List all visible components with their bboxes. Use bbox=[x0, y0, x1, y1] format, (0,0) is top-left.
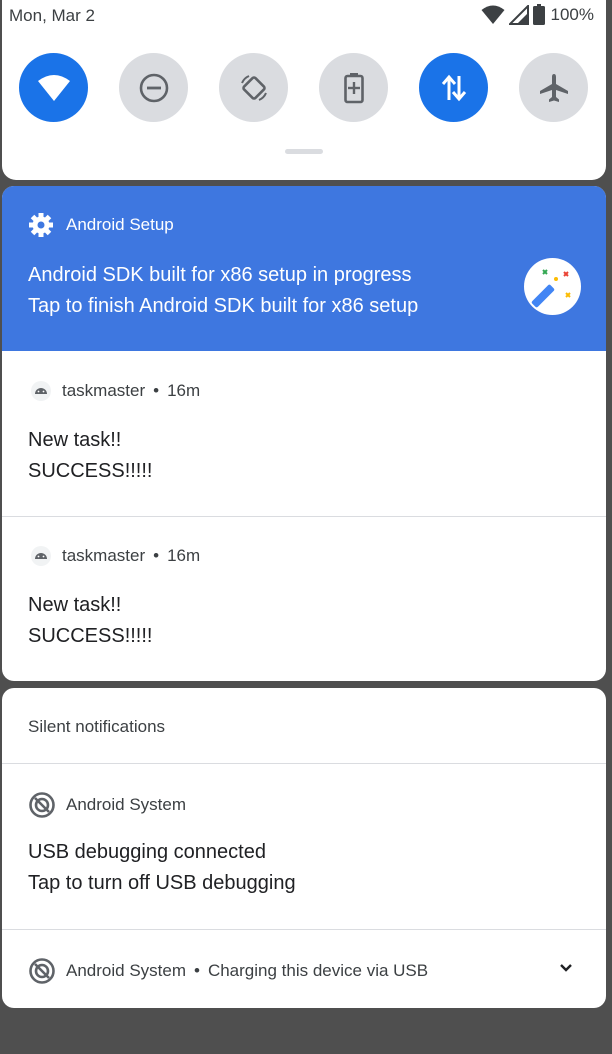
notification-title: New task!! bbox=[28, 429, 122, 451]
notification-time: 16m bbox=[167, 381, 201, 400]
android-system-icon bbox=[29, 792, 55, 818]
android-icon bbox=[31, 381, 51, 401]
quick-settings-panel: Mon, Mar 2 100% bbox=[2, 0, 606, 180]
auto-rotate-tile[interactable] bbox=[219, 53, 288, 122]
battery-saver-icon bbox=[343, 72, 364, 103]
battery-percentage: 100% bbox=[550, 4, 594, 24]
android-system-icon bbox=[29, 958, 55, 984]
wifi-tile[interactable] bbox=[19, 53, 88, 122]
wifi-icon bbox=[37, 74, 70, 101]
separator-dot: • bbox=[194, 961, 200, 980]
panel-drag-handle[interactable] bbox=[285, 149, 323, 154]
dnd-icon bbox=[139, 73, 168, 102]
airplane-mode-tile[interactable] bbox=[519, 53, 588, 122]
notification-title: New task!! bbox=[28, 594, 122, 616]
mobile-data-tile[interactable] bbox=[419, 53, 488, 122]
usb-app-name: Android System bbox=[66, 795, 186, 814]
notifications-card: Android Setup Android SDK built for x86 … bbox=[2, 186, 606, 681]
silent-section-header: Silent notifications bbox=[28, 717, 166, 736]
setup-text: Tap to finish Android SDK built for x86 … bbox=[28, 295, 419, 317]
charging-notification[interactable]: Android System • Charging this device vi… bbox=[2, 930, 606, 1008]
separator-dot: • bbox=[153, 546, 160, 565]
separator-dot: • bbox=[153, 381, 160, 400]
silent-notifications-card: Silent notifications Android System USB … bbox=[2, 688, 606, 1008]
setup-notification[interactable]: Android Setup Android SDK built for x86 … bbox=[2, 186, 606, 351]
notification-text: SUCCESS!!!!! bbox=[28, 460, 153, 482]
setup-title: Android SDK built for x86 setup in progr… bbox=[28, 264, 412, 286]
charging-text: Charging this device via USB bbox=[207, 961, 429, 980]
battery-saver-tile[interactable] bbox=[319, 53, 388, 122]
charging-app-name: Android System bbox=[66, 961, 186, 980]
status-date: Mon, Mar 2 bbox=[9, 6, 95, 25]
taskmaster-notification[interactable]: taskmaster • 16m New task!! SUCCESS!!!!! bbox=[2, 351, 606, 516]
rotate-icon bbox=[240, 74, 267, 101]
taskmaster-notification[interactable]: taskmaster • 16m New task!! SUCCESS!!!!! bbox=[2, 517, 606, 681]
status-icons: 100% bbox=[481, 4, 594, 25]
setup-wizard-icon bbox=[524, 258, 581, 315]
battery-icon bbox=[532, 4, 545, 25]
data-arrows-icon bbox=[441, 74, 466, 101]
notification-text: SUCCESS!!!!! bbox=[28, 625, 153, 647]
android-icon bbox=[31, 546, 51, 566]
notification-app-name: taskmaster bbox=[62, 546, 146, 565]
cell-signal-icon bbox=[508, 4, 529, 25]
wifi-signal-icon bbox=[481, 5, 505, 24]
airplane-icon bbox=[539, 73, 568, 102]
usb-text: Tap to turn off USB debugging bbox=[28, 872, 296, 894]
do-not-disturb-tile[interactable] bbox=[119, 53, 188, 122]
chevron-down-icon[interactable] bbox=[559, 963, 573, 973]
setup-app-name: Android Setup bbox=[66, 215, 174, 234]
usb-debugging-notification[interactable]: Android System USB debugging connected T… bbox=[2, 764, 606, 929]
gear-icon bbox=[29, 213, 53, 237]
usb-title: USB debugging connected bbox=[28, 841, 266, 863]
notification-app-name: taskmaster bbox=[62, 381, 146, 400]
notification-time: 16m bbox=[167, 546, 201, 565]
